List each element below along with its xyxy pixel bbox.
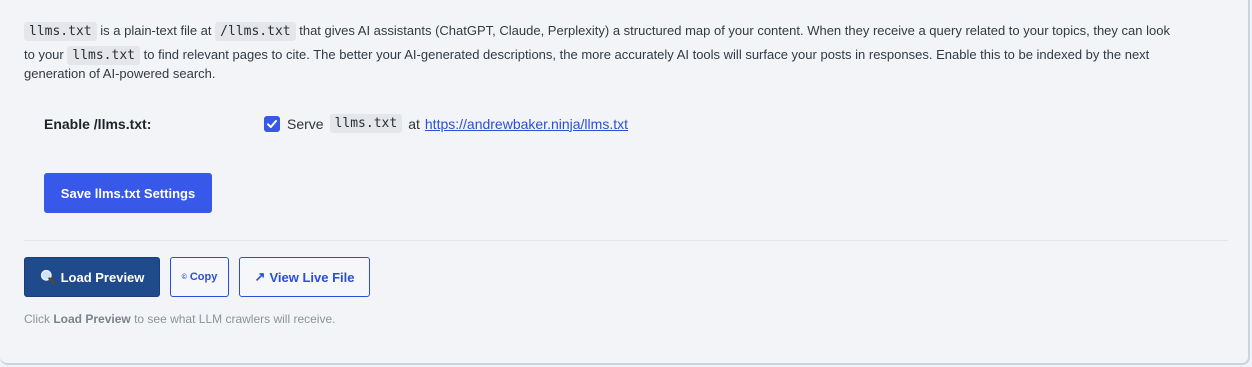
copyright-glyph-icon: ©: [181, 273, 187, 281]
hint-emphasis: Load Preview: [53, 312, 131, 326]
serve-text: Serve: [287, 115, 324, 132]
inline-code: /llms.txt: [215, 22, 296, 41]
preview-hint: Click Load Preview to see what LLM crawl…: [24, 312, 335, 326]
arrow-up-right-icon: ↗: [254, 269, 266, 284]
inline-code: llms.txt: [67, 46, 140, 65]
section-divider: [24, 240, 1228, 241]
llms-settings-panel: llms.txt is a plain-text file at /llms.t…: [0, 0, 1250, 365]
at-text: at: [408, 115, 420, 132]
view-live-label: View Live File: [269, 269, 355, 285]
hint-text: to see what LLM crawlers will receive.: [134, 312, 336, 326]
inline-code: llms.txt: [24, 22, 97, 41]
llms-url-link[interactable]: https://andrewbaker.ninja/llms.txt: [425, 116, 628, 132]
intro-text: generation of AI-powered search.: [24, 66, 216, 81]
intro-line-2: to your llms.txt to find relevant pages …: [24, 43, 1229, 67]
copy-label: Copy: [189, 271, 218, 283]
enable-llms-label: Enable /llms.txt:: [44, 116, 152, 132]
serve-code: llms.txt: [329, 114, 403, 133]
copy-button[interactable]: © Copy: [170, 257, 229, 297]
intro-description: llms.txt is a plain-text file at /llms.t…: [24, 19, 1229, 81]
hint-text: Click: [24, 312, 50, 326]
enable-llms-checkbox[interactable]: [264, 116, 280, 132]
intro-line-1: llms.txt is a plain-text file at /llms.t…: [24, 19, 1229, 43]
intro-text: is a plain-text file at: [100, 23, 212, 38]
intro-text: to your: [24, 47, 64, 62]
enable-llms-control: Serve llms.txt at https://andrewbaker.ni…: [264, 114, 628, 133]
checkmark-icon: [267, 120, 277, 128]
load-preview-button[interactable]: Load Preview: [24, 257, 160, 297]
save-llms-settings-button[interactable]: Save llms.txt Settings: [44, 173, 212, 213]
view-live-file-button[interactable]: ↗ View Live File: [239, 257, 370, 297]
intro-line-3: generation of AI-powered search.: [24, 67, 1229, 81]
load-preview-label: Load Preview: [60, 269, 145, 285]
intro-text: that gives AI assistants (ChatGPT, Claud…: [299, 23, 1170, 38]
magnifier-icon: [40, 269, 56, 285]
intro-text: to find relevant pages to cite. The bett…: [143, 47, 1150, 62]
